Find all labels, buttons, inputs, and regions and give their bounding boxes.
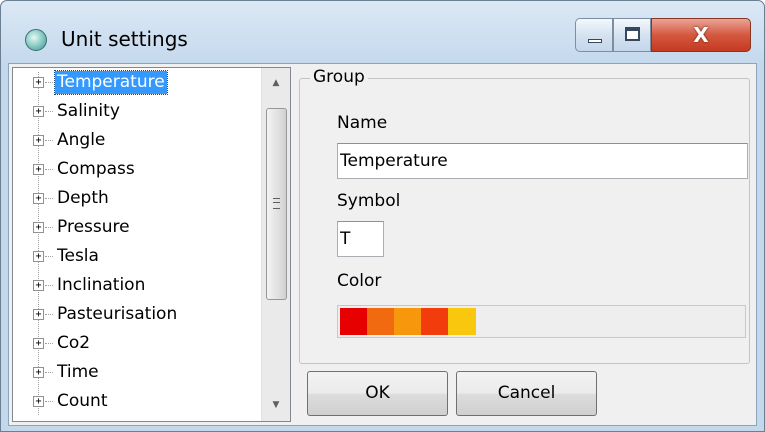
maximize-button[interactable] [613, 18, 651, 52]
tree-connector [45, 285, 53, 286]
expand-icon[interactable]: + [33, 367, 44, 378]
expand-icon[interactable]: + [33, 106, 44, 117]
symbol-label: Symbol [337, 191, 401, 211]
tree-item-label: Compass [57, 159, 135, 179]
tree-item-label: Time [57, 362, 99, 382]
tree-item-pressure[interactable]: + Pressure [13, 213, 261, 243]
scroll-down-arrow-icon[interactable]: ▼ [262, 394, 290, 416]
tree-item-label: Depth [57, 188, 109, 208]
unit-tree-view[interactable]: + Temperature + Salinity + Angle + Compa… [12, 67, 291, 422]
tree-connector [45, 140, 53, 141]
color-label: Color [337, 271, 382, 291]
name-field[interactable] [337, 143, 748, 179]
tree-connector [45, 401, 53, 402]
expand-icon[interactable]: + [33, 135, 44, 146]
minimize-button[interactable] [575, 18, 613, 52]
color-swatch [448, 308, 476, 335]
minimize-icon [588, 39, 602, 43]
tree-item-label: Salinity [57, 101, 120, 121]
tree-connector [45, 169, 53, 170]
maximize-icon [625, 27, 640, 41]
dialog-client-area: + Temperature + Salinity + Angle + Compa… [8, 63, 757, 426]
expand-icon[interactable]: + [33, 222, 44, 233]
grip-icon [273, 198, 280, 209]
expand-icon[interactable]: + [33, 309, 44, 320]
expand-icon[interactable]: + [33, 396, 44, 407]
expand-icon[interactable]: + [33, 251, 44, 262]
group-box: Group Name Symbol Color [299, 67, 750, 364]
tree-item-label: Angle [57, 130, 106, 150]
tree-item-label: Temperature [54, 70, 168, 95]
close-button[interactable]: X [651, 18, 751, 52]
color-picker[interactable] [337, 305, 746, 338]
caption-buttons: X [575, 18, 751, 54]
color-swatch [421, 308, 449, 335]
tree-scrollbar[interactable]: ▲ ▼ [261, 68, 290, 421]
expand-icon[interactable]: + [33, 77, 44, 88]
tree-connector [45, 227, 53, 228]
tree-item-label: Inclination [57, 275, 146, 295]
color-swatch [367, 308, 395, 335]
tree-item-label: Count [57, 391, 108, 411]
tree-connector [45, 256, 53, 257]
group-title: Group [310, 67, 368, 87]
ok-button[interactable]: OK [307, 371, 448, 416]
title-bar[interactable]: Unit settings X [1, 1, 764, 63]
tree-item-time[interactable]: + Time [13, 358, 261, 388]
tree-item-count[interactable]: + Count [13, 387, 261, 417]
tree-item-co2[interactable]: + Co2 [13, 329, 261, 359]
close-icon: X [693, 23, 709, 47]
expand-icon[interactable]: + [33, 193, 44, 204]
color-swatch [394, 308, 422, 335]
tree-item-label: Pasteurisation [57, 304, 178, 324]
tree-connector [45, 198, 53, 199]
tree-item-salinity[interactable]: + Salinity [13, 97, 261, 127]
scrollbar-thumb[interactable] [266, 108, 287, 300]
tree-connector [45, 314, 53, 315]
tree-item-pasteurisation[interactable]: + Pasteurisation [13, 300, 261, 330]
tree-connector [45, 111, 53, 112]
tree-connector [45, 372, 53, 373]
expand-icon[interactable]: + [33, 338, 44, 349]
tree-item-label: Tesla [57, 246, 99, 266]
tree-item-angle[interactable]: + Angle [13, 126, 261, 156]
tree-connector [45, 343, 53, 344]
scroll-up-arrow-icon[interactable]: ▲ [262, 72, 290, 94]
globe-icon [25, 29, 47, 51]
tree-item-tesla[interactable]: + Tesla [13, 242, 261, 272]
color-swatch [340, 308, 368, 335]
tree-item-depth[interactable]: + Depth [13, 184, 261, 214]
tree-item-inclination[interactable]: + Inclination [13, 271, 261, 301]
tree-item-label: Pressure [57, 217, 130, 237]
cancel-button[interactable]: Cancel [456, 371, 597, 416]
name-label: Name [337, 113, 388, 133]
tree-items: + Temperature + Salinity + Angle + Compa… [13, 68, 261, 421]
expand-icon[interactable]: + [33, 164, 44, 175]
tree-item-compass[interactable]: + Compass [13, 155, 261, 185]
symbol-field[interactable] [337, 221, 384, 257]
unit-settings-window: Unit settings X + Temperature + Salinity… [0, 0, 765, 432]
tree-connector [45, 82, 53, 83]
tree-item-temperature[interactable]: + Temperature [13, 68, 261, 98]
tree-item-label: Co2 [57, 333, 91, 353]
expand-icon[interactable]: + [33, 280, 44, 291]
window-title: Unit settings [61, 27, 188, 51]
